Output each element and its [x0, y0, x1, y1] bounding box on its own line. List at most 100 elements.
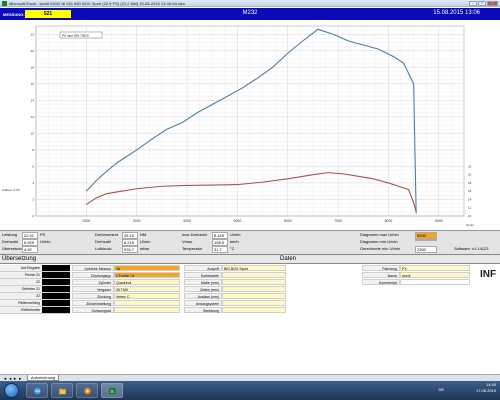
- x-tick-label: 4000: [183, 219, 191, 223]
- row-value[interactable]: [42, 307, 70, 313]
- excel-icon: X: [109, 387, 116, 395]
- x-tick-label: 5000: [234, 219, 242, 223]
- stat-diagmax-value[interactable]: 9200: [415, 232, 437, 239]
- row-value[interactable]: [42, 300, 70, 306]
- page-title: M232: [242, 10, 258, 16]
- stat-luftdruck-unit: mbar: [140, 246, 150, 251]
- field-value[interactable]: [222, 279, 286, 285]
- measurement-date: 15.08.2015 13:06: [433, 10, 480, 16]
- row-value[interactable]: [42, 286, 70, 292]
- field-value[interactable]: JA: [114, 265, 180, 271]
- stat-drehzahl-label: Drehzahl: [2, 239, 19, 244]
- language-indicator[interactable]: DE: [438, 387, 444, 392]
- table-row: Reifenumfang: [0, 300, 70, 307]
- field-label: Auslass (mm): [184, 293, 222, 299]
- windows-taskbar: X DE 14:40 17.08.2015: [0, 381, 500, 400]
- field-value[interactable]: PX: [400, 265, 470, 271]
- system-clock[interactable]: 14:40 17.08.2015: [476, 382, 496, 394]
- taskbar-media[interactable]: [76, 383, 98, 398]
- field-value[interactable]: 30 TMX: [114, 286, 180, 292]
- x-tick-label: 2000: [82, 219, 90, 223]
- section-header-bar: Übersetzung Daten: [0, 255, 500, 264]
- field-value[interactable]: [222, 300, 286, 306]
- field-label: Bedüsung: [184, 307, 222, 313]
- row-label: Reifenumfang: [0, 300, 42, 306]
- field-value[interactable]: Quadrinol: [114, 279, 180, 285]
- stat-leistung-label: Leistung: [2, 232, 18, 237]
- stat-drehzahl2-label: Drehzahl: [95, 239, 112, 244]
- row-label: Getriebe 21: [0, 286, 42, 292]
- stat-diagmin-value[interactable]: [415, 239, 437, 241]
- field-value[interactable]: [222, 293, 286, 299]
- stat-drehmoment-unit: NM: [140, 232, 147, 237]
- field-value[interactable]: Vertex C: [114, 293, 180, 299]
- field-value[interactable]: [222, 286, 286, 292]
- window-titlebar: Microsoft Excel - wordi M232 Ni 521 BIG …: [0, 0, 500, 7]
- dyno-chart-area: 2000 3000 4000 5000 6000 7000 8000 9000 U/min 0 2 4…: [0, 20, 500, 230]
- field-value[interactable]: BIG BOX Sport: [222, 265, 286, 271]
- stat-vmax-label: Vmax: [182, 239, 193, 244]
- field-label: Kurbelwelle: [184, 272, 222, 278]
- row-value[interactable]: [42, 265, 70, 271]
- table-row: 22: [0, 293, 70, 300]
- field-label: Zündung: [72, 293, 114, 299]
- stat-temperatur-unit: °C: [230, 246, 235, 251]
- y-right-tick-label: 20: [468, 173, 472, 177]
- x-tick-label: 9000: [435, 219, 443, 223]
- y-right-tick-label: 10: [468, 214, 472, 218]
- stat-drehzahl-unit: U/min: [40, 239, 51, 244]
- close-button[interactable]: ×: [487, 1, 498, 6]
- stat-drehmoment-label: Drehmoment: [95, 232, 119, 237]
- stat-temperatur-value: 31.7: [212, 246, 228, 253]
- stat-gerechnet-value: 2300: [415, 246, 437, 253]
- stat-maxdrehzahl-value: 8.449: [212, 232, 228, 239]
- taskbar-ie[interactable]: [26, 383, 48, 398]
- taskbar-explorer[interactable]: [51, 383, 73, 398]
- taskbar-excel[interactable]: X: [101, 383, 123, 398]
- y-left-tick-label: 22: [31, 32, 35, 36]
- sheet-tab-bar: ◄ ◄ ► ► Aufzeichnung: [0, 374, 500, 381]
- stat-gerechnet-label: Gerechnete min U/min: [360, 246, 401, 251]
- y-left-tick-label: 20: [31, 49, 35, 53]
- field-label: Schwungrad: [72, 307, 114, 313]
- field-value[interactable]: 1 Funke / U: [114, 272, 180, 278]
- field-value[interactable]: [114, 300, 180, 306]
- field-label: Zylinder: [72, 279, 114, 285]
- row-value[interactable]: [42, 293, 70, 299]
- field-value[interactable]: wordi: [400, 272, 470, 278]
- y-right-tick-label: 18: [468, 181, 472, 185]
- row-label: Reifenbreite: [0, 307, 42, 313]
- y-left-tick-label: 18: [31, 65, 35, 69]
- row-value[interactable]: [42, 279, 70, 285]
- field-label: Fahrzeug: [362, 265, 400, 271]
- table-row: Primär 21: [0, 272, 70, 279]
- row-label: 22: [0, 293, 42, 299]
- field-label: Vergaser: [72, 286, 114, 292]
- maximize-button[interactable]: □: [478, 1, 486, 6]
- y-left-tick-label: 6: [32, 164, 34, 168]
- table-row: Reifenbreite: [0, 307, 70, 314]
- field-label: Maße (mm): [184, 279, 222, 285]
- row-value[interactable]: [42, 272, 70, 278]
- y-left-axis-label: Aufbau: 0 PS: [2, 188, 20, 192]
- field-value[interactable]: [222, 307, 286, 313]
- x-tick-label: 8000: [385, 219, 393, 223]
- field-value[interactable]: [114, 307, 180, 313]
- y-right-tick-label: 12: [468, 206, 472, 210]
- field-label: Zeiten (mm): [184, 286, 222, 292]
- stat-vmax-unit: km/h: [230, 239, 239, 244]
- stat-leistung-value: 22.91: [22, 232, 38, 239]
- field-value[interactable]: [222, 272, 286, 278]
- stat-drehmoment-value: 25.19: [122, 232, 138, 239]
- row-label: Primär 21: [0, 272, 42, 278]
- stat-drehzahl-value: 6.929: [22, 239, 38, 246]
- field-value[interactable]: [400, 279, 470, 285]
- y-right-tick-label: 14: [468, 197, 472, 201]
- y-right-tick-label: 16: [468, 189, 472, 193]
- minimize-button[interactable]: –: [469, 1, 477, 6]
- field-label: Name: [362, 272, 400, 278]
- y-left-tick-label: 16: [31, 82, 35, 86]
- start-button[interactable]: [4, 383, 19, 398]
- uebersetzung-table: Ant.Eingabe Primär 21 22 Getriebe 21 22 …: [0, 265, 70, 314]
- measurement-header: MESSUNG: 521 M232 15.08.2015 13:06: [0, 8, 500, 20]
